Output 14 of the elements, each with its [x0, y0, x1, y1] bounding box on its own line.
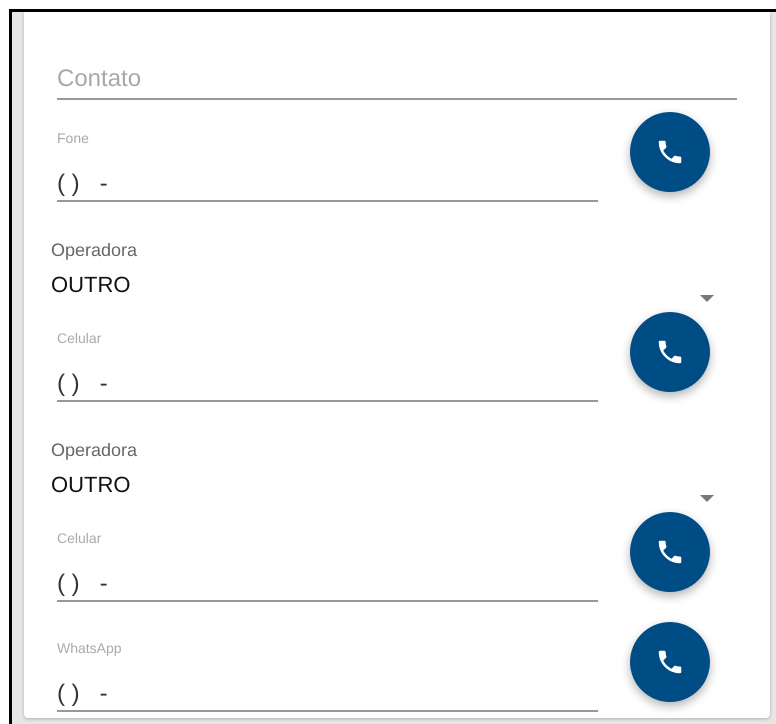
field-label: Operadora: [51, 240, 138, 260]
call-button[interactable]: [630, 622, 710, 702]
operator-select[interactable]: OUTRO: [51, 472, 716, 498]
field-label: Fone: [57, 130, 89, 146]
call-button[interactable]: [630, 312, 710, 392]
field-label: Operadora: [51, 440, 138, 460]
call-button[interactable]: [630, 112, 710, 192]
field-label: Celular: [57, 330, 102, 346]
field-label: Celular: [57, 530, 102, 546]
operator-select[interactable]: OUTRO: [51, 272, 716, 298]
call-button[interactable]: [630, 512, 710, 592]
caret-icon: [700, 495, 714, 502]
field-label: WhatsApp: [57, 640, 122, 656]
caret-icon: [700, 295, 714, 302]
